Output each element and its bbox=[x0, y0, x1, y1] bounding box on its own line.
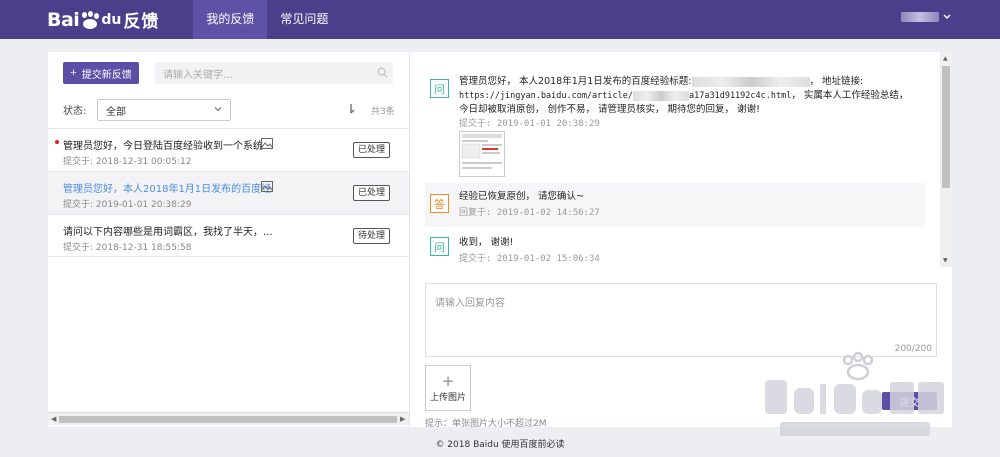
horizontal-scrollbar[interactable]: ◀ ▶ bbox=[48, 412, 409, 425]
image-icon bbox=[261, 181, 273, 192]
status-select[interactable]: 全部 bbox=[97, 99, 231, 121]
attachment-thumbnail[interactable] bbox=[459, 131, 505, 177]
feedback-list-panel: + 提交新反馈 请输入关键字... 状态: 全部 共3条 管理员您好，今日登陆百… bbox=[48, 52, 410, 427]
tab-my-feedback[interactable]: 我的反馈 bbox=[193, 0, 268, 39]
user-menu[interactable] bbox=[901, 12, 951, 22]
status-label: 状态: bbox=[63, 106, 87, 117]
search-icon[interactable] bbox=[377, 67, 388, 78]
sort-icon[interactable] bbox=[348, 103, 358, 115]
message-text: 经验已恢复原创， 请您确认~ bbox=[459, 191, 584, 202]
list-item[interactable]: 管理员您好，今日登陆百度经验收到一个系统 ... 提交于: 2018-12-31… bbox=[48, 128, 409, 171]
vertical-scrollbar[interactable]: ▲ ▼ bbox=[940, 52, 952, 267]
submit-new-feedback-button[interactable]: + 提交新反馈 bbox=[63, 62, 139, 84]
status-badge: 已处理 bbox=[353, 142, 391, 158]
char-counter: 200/200 bbox=[894, 344, 932, 354]
answer-badge: 答 bbox=[430, 194, 449, 213]
feedback-list: 管理员您好，今日登陆百度经验收到一个系统 ... 提交于: 2018-12-31… bbox=[48, 128, 409, 257]
list-item-time: 提交于: 2018-12-31 18:55:58 bbox=[63, 243, 192, 253]
upload-tip: 提示：单张图片大小不超过2M bbox=[425, 419, 547, 429]
baidu-feedback-logo[interactable]: Bai du 反馈 bbox=[47, 0, 159, 39]
conversation-panel: 问 管理员您好， 本人2018年1月1日发布的百度经验标题:， 地址链接: ht… bbox=[410, 52, 952, 429]
scroll-down-icon[interactable]: ▼ bbox=[943, 257, 948, 264]
feedback-card: + 提交新反馈 请输入关键字... 状态: 全部 共3条 管理员您好，今日登陆百… bbox=[48, 52, 952, 429]
plus-icon: + bbox=[441, 371, 455, 390]
message-text: 管理员您好， 本人2018年1月1日发布的百度经验标题:， 地址链接: http… bbox=[459, 76, 909, 115]
upload-image-button[interactable]: + 上传图片 bbox=[425, 365, 471, 411]
redacted-text bbox=[633, 90, 689, 101]
username-redacted bbox=[901, 12, 939, 22]
scroll-left-icon[interactable]: ◀ bbox=[51, 415, 56, 423]
message-answer: 答 经验已恢复原创， 请您确认~ 回复于: 2019-01-02 14:56:2… bbox=[425, 183, 925, 227]
message-thread: 问 管理员您好， 本人2018年1月1日发布的百度经验标题:， 地址链接: ht… bbox=[410, 52, 952, 267]
submit-reply-button[interactable]: 提交 bbox=[882, 392, 937, 410]
paw-icon bbox=[80, 10, 100, 29]
plus-icon: + bbox=[70, 67, 77, 79]
question-badge: 问 bbox=[430, 237, 449, 256]
message-time: 提交于: 2019-01-01 20:38:29 bbox=[459, 119, 600, 129]
screenshot-thumbnail-icon bbox=[461, 134, 502, 169]
message-time: 回复于: 2019-01-02 14:56:27 bbox=[459, 208, 600, 218]
list-item-time: 提交于: 2019-01-01 20:38:29 bbox=[63, 200, 192, 210]
chevron-down-icon bbox=[943, 14, 951, 19]
redacted-text bbox=[691, 76, 810, 87]
message-text: 收到， 谢谢! bbox=[459, 237, 514, 248]
list-item[interactable]: 请问以下内容哪些是用词霸区，我找了半天，... 提交于: 2018-12-31 … bbox=[48, 214, 409, 257]
status-badge: 待处理 bbox=[353, 228, 391, 244]
list-item-time: 提交于: 2018-12-31 00:05:12 bbox=[63, 157, 192, 167]
message-question: 问 管理员您好， 本人2018年1月1日发布的百度经验标题:， 地址链接: ht… bbox=[425, 69, 925, 177]
search-input[interactable]: 请输入关键字... bbox=[155, 62, 393, 84]
footer: © 2018 Baidu 使用百度前必读 bbox=[435, 440, 565, 450]
message-time: 提交于: 2019-01-02 15:06:34 bbox=[459, 254, 600, 264]
question-badge: 问 bbox=[430, 79, 449, 98]
chevron-down-icon bbox=[214, 107, 222, 112]
scroll-up-icon[interactable]: ▲ bbox=[943, 55, 948, 62]
reply-textarea[interactable]: 请输入回复内容 200/200 bbox=[425, 283, 937, 357]
status-badge: 已处理 bbox=[353, 185, 391, 201]
list-item-title: 管理员您好，本人2018年1月1日发布的百度经... bbox=[63, 184, 273, 195]
list-item-title: 管理员您好，今日登陆百度经验收到一个系统 ... bbox=[63, 141, 273, 152]
list-item-title: 请问以下内容哪些是用词霸区，我找了半天，... bbox=[63, 227, 273, 238]
scroll-right-icon[interactable]: ▶ bbox=[400, 415, 405, 423]
image-icon bbox=[261, 138, 273, 149]
scrollbar-thumb[interactable] bbox=[942, 66, 950, 188]
tab-faq[interactable]: 常见问题 bbox=[267, 0, 341, 39]
list-item[interactable]: 管理员您好，本人2018年1月1日发布的百度经... 提交于: 2019-01-… bbox=[48, 171, 409, 214]
message-question: 问 收到， 谢谢! 提交于: 2019-01-02 15:06:34 bbox=[425, 232, 925, 266]
top-nav: Bai du 反馈 我的反馈 常见问题 bbox=[0, 0, 1000, 39]
scrollbar-thumb[interactable] bbox=[59, 416, 397, 423]
result-count: 共3条 bbox=[371, 107, 395, 117]
unread-dot bbox=[55, 140, 59, 144]
